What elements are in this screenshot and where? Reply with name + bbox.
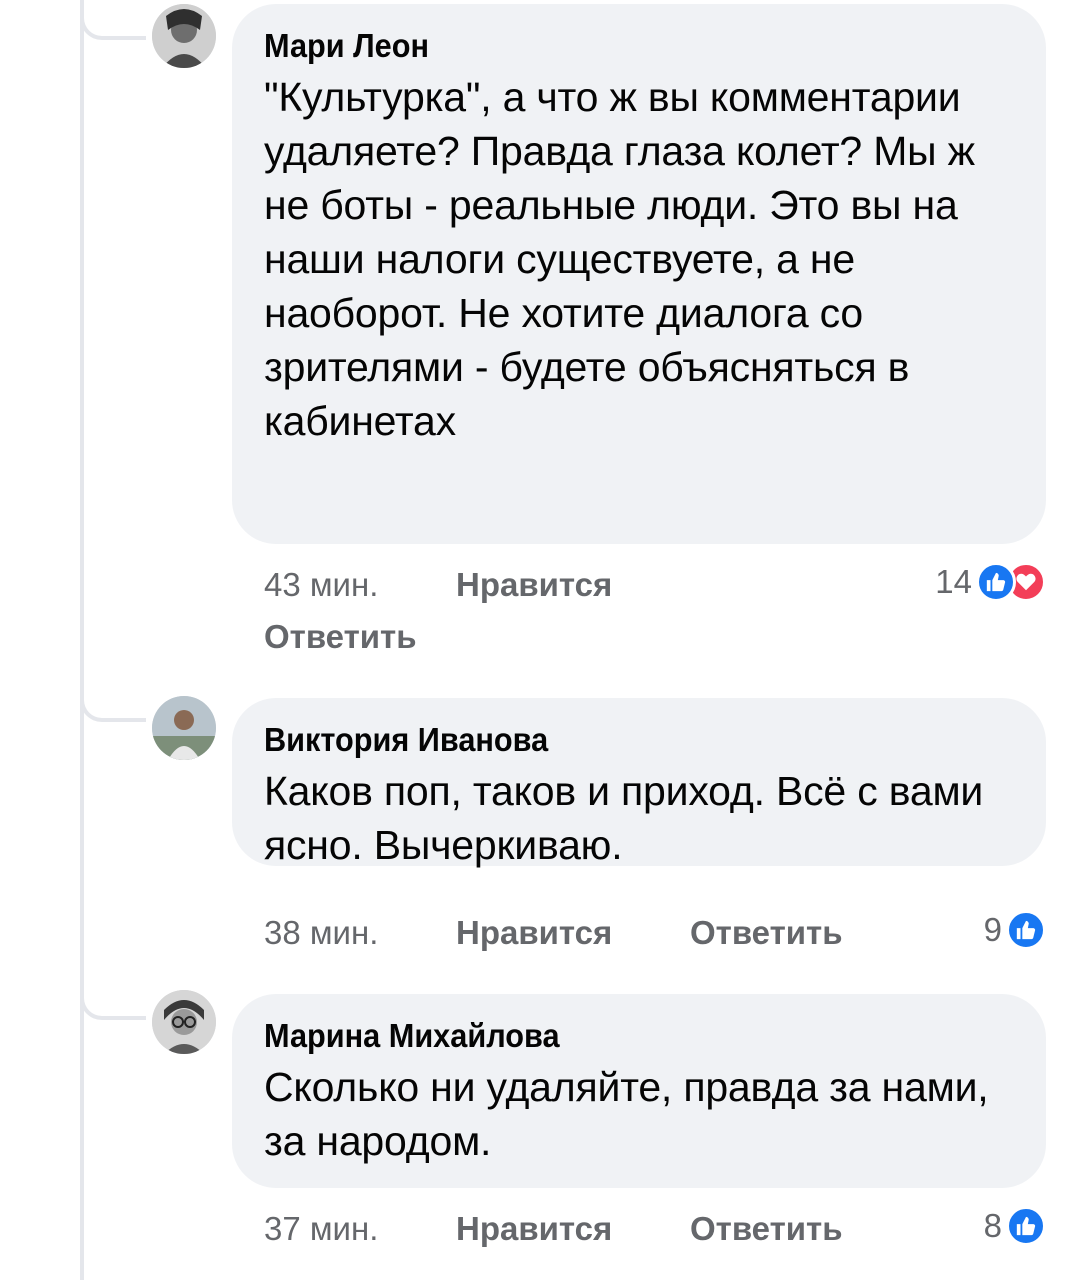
comment-text: Каков поп, таков и приход. Всё с вами яс… [264,768,984,868]
reaction-count: 8 [983,1207,1002,1244]
like-button[interactable]: Нравится [456,914,612,952]
comment-text: Сколько ни удаляйте, правда за нами, за … [264,1064,989,1164]
reaction-summary[interactable]: 8 [984,1206,1046,1246]
reply-connector [80,682,146,722]
comment-author[interactable]: Марина Михайлова [264,1016,962,1056]
avatar[interactable] [152,4,216,68]
comment-time[interactable]: 37 мин. [264,1210,378,1248]
comment-actions: 37 мин. Нравится Ответить [264,1210,964,1250]
reply-button[interactable]: Ответить [690,1210,843,1248]
reaction-summary[interactable]: 14 [935,562,1046,602]
comment-thread: Мари Леон "Культурка", а что ж вы коммен… [0,0,1068,1280]
comment-author[interactable]: Мари Леон [264,26,962,66]
reply-connector [80,0,146,40]
like-button[interactable]: Нравится [456,566,612,604]
thread-line [80,0,84,1280]
reply-button[interactable]: Ответить [690,914,843,952]
reaction-summary[interactable]: 9 [984,910,1046,950]
comment-bubble: Виктория Иванова Каков поп, таков и прих… [232,698,1046,868]
reaction-count: 14 [935,563,972,600]
like-button[interactable]: Нравится [456,1210,612,1248]
like-icon [1006,1206,1046,1246]
comment-time[interactable]: 38 мин. [264,914,378,952]
like-icon [976,562,1016,602]
comment-time[interactable]: 43 мин. [264,566,378,604]
comment-actions: 38 мин. Нравится Ответить [264,914,964,954]
reaction-count: 9 [983,911,1002,948]
reply-button[interactable]: Ответить [264,618,417,656]
comment-bubble: Мари Леон "Культурка", а что ж вы коммен… [232,4,1046,544]
comment-bubble: Марина Михайлова Сколько ни удаляйте, пр… [232,994,1046,1188]
avatar[interactable] [152,696,216,760]
like-icon [1006,910,1046,950]
reply-connector [80,980,146,1020]
comment-author[interactable]: Виктория Иванова [264,720,962,760]
avatar[interactable] [152,990,216,1054]
comment-text: "Культурка", а что ж вы комментарии удал… [264,74,975,444]
